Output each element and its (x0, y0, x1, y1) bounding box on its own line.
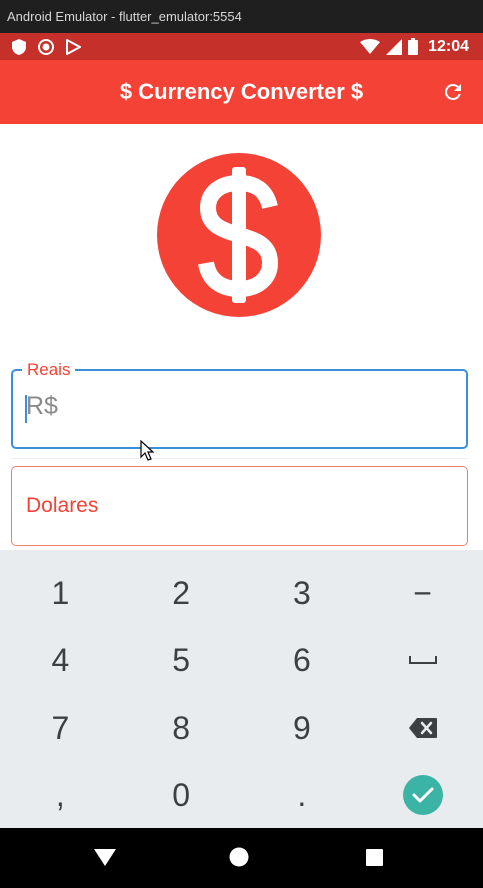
divider (11, 458, 468, 459)
key-9[interactable]: 9 (242, 694, 363, 762)
wifi-icon (360, 38, 381, 54)
key-0[interactable]: 0 (121, 761, 242, 829)
key-4[interactable]: 4 (0, 626, 121, 694)
keyboard-row: 4 5 6 (0, 626, 483, 694)
back-icon[interactable] (94, 849, 116, 866)
reais-label: Reais (22, 360, 76, 380)
keyboard-row: , 0 . (0, 761, 483, 829)
key-period[interactable]: . (242, 761, 363, 829)
key-8[interactable]: 8 (121, 694, 242, 762)
key-6[interactable]: 6 (242, 626, 363, 694)
status-time: 12:04 (428, 37, 469, 55)
dollar-logo (157, 153, 321, 317)
mouse-pointer-icon (140, 440, 154, 461)
shield-icon (12, 38, 26, 55)
app-title: $ Currency Converter $ (119, 79, 364, 104)
navigation-bar (0, 828, 483, 888)
key-comma[interactable]: , (0, 761, 121, 829)
key-3[interactable]: 3 (242, 559, 363, 627)
backspace-icon (408, 718, 437, 738)
key-space[interactable] (362, 626, 483, 694)
key-5[interactable]: 5 (121, 626, 242, 694)
space-bar-icon (408, 656, 437, 664)
status-bar: 12:04 (0, 33, 483, 60)
reais-input[interactable]: Reais R$ (11, 360, 468, 449)
dolares-input[interactable]: Dolares (11, 466, 468, 546)
cell-signal-icon (386, 38, 403, 55)
key-backspace[interactable] (362, 694, 483, 762)
key-7[interactable]: 7 (0, 694, 121, 762)
key-done[interactable] (362, 761, 483, 829)
dollar-sign-icon (198, 167, 279, 303)
refresh-icon[interactable] (441, 80, 465, 104)
recents-icon[interactable] (366, 849, 383, 866)
emulator-window-title: Android Emulator - flutter_emulator:5554 (0, 0, 483, 33)
key-minus[interactable]: − (362, 559, 483, 627)
record-icon (38, 38, 54, 55)
keyboard-row: 1 2 3 − (0, 559, 483, 627)
converter-form: Reais R$ Dolares (0, 124, 483, 550)
key-1[interactable]: 1 (0, 559, 121, 627)
keyboard-row: 7 8 9 (0, 694, 483, 762)
app-bar: $ Currency Converter $ (0, 60, 483, 124)
numeric-keyboard: 1 2 3 − 4 5 6 7 8 9 , 0 . (0, 550, 483, 828)
checkmark-icon (402, 775, 443, 815)
key-2[interactable]: 2 (121, 559, 242, 627)
play-store-icon (66, 38, 81, 55)
dolares-label: Dolares (26, 494, 99, 517)
home-icon[interactable] (229, 847, 249, 867)
reais-prefix: R$ (26, 392, 58, 420)
device-screen: 12:04 $ Currency Converter $ Reais R$ Do… (0, 33, 483, 888)
battery-icon (408, 38, 419, 55)
